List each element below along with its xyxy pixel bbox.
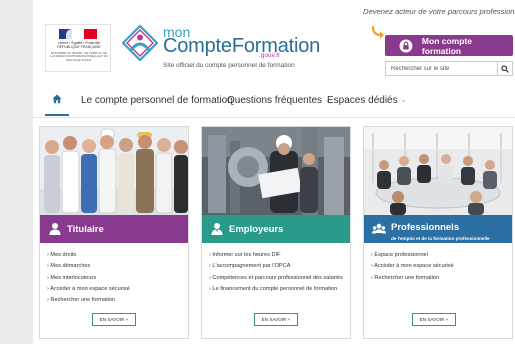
titulaire-links: Mes droits Mes démarches Mes interlocute… — [47, 252, 185, 308]
republic-motto: Liberté • Égalité • Fraternité RÉPUBLIQU… — [50, 41, 108, 49]
main-navigation: Le compte personnel de formation ⌄ Questi… — [33, 84, 515, 118]
nav-home[interactable] — [45, 84, 69, 116]
compteformation-logo-icon[interactable] — [122, 25, 158, 61]
curved-arrow-icon — [371, 26, 384, 39]
chevron-down-icon: ⌄ — [400, 97, 407, 104]
professionnels-heading: Professionnels de l'emploi et de la form… — [391, 217, 490, 241]
government-logo[interactable]: Liberté • Égalité • Fraternité RÉPUBLIQU… — [45, 24, 111, 72]
titulaire-more-button[interactable]: EN SAVOIR + — [92, 313, 136, 326]
titulaire-photo — [40, 127, 188, 215]
link-opca[interactable]: L'accompagnement par l'OPCA — [209, 263, 347, 270]
nav-item-faq-label: Questions fréquentes — [227, 94, 323, 106]
nav-item-spaces[interactable]: Espaces dédiés ⌄ — [327, 84, 406, 116]
ministry-name: MINISTÈRE DU TRAVAIL, DE L'EMPLOI, DE LA… — [50, 51, 108, 62]
brand-domain: .gouv.fr — [259, 52, 281, 59]
person-icon — [49, 223, 61, 235]
promo-text: Devenez acteur de votre parcours profess… — [363, 7, 515, 16]
gov-republic-line: RÉPUBLIQUE FRANÇAISE — [57, 45, 101, 49]
nav-item-faq[interactable]: Questions fréquentes ⌄ — [227, 84, 331, 116]
my-account-button[interactable]: Mon compte formation — [385, 35, 513, 56]
group-icon — [372, 223, 386, 234]
link-financement[interactable]: Le financement du compte personnel de fo… — [209, 286, 347, 293]
page: Liberté • Égalité • Fraternité RÉPUBLIQU… — [33, 0, 515, 344]
employeurs-title: Employeurs — [229, 223, 284, 235]
link-espace-securise-pro[interactable]: Accéder à mon espace sécurisé — [371, 263, 509, 270]
site-tagline: Site officiel du compte personnel de for… — [163, 62, 295, 69]
lock-icon — [399, 39, 413, 52]
marianne-icon — [66, 29, 78, 39]
employeurs-header[interactable]: Employeurs — [202, 215, 350, 243]
professionnels-more-button[interactable]: EN SAVOIR + — [412, 313, 456, 326]
professionnels-photo — [364, 127, 512, 215]
professionnels-subtitle: de l'emploi et de la formation professio… — [391, 236, 490, 241]
search-input[interactable] — [386, 62, 498, 75]
link-espace-securise[interactable]: Accéder à mon espace sécurisé — [47, 286, 185, 293]
link-mes-demarches[interactable]: Mes démarches — [47, 263, 185, 270]
home-icon — [52, 94, 62, 104]
card-titulaire: Titulaire Mes droits Mes démarches Mes i… — [39, 126, 189, 339]
employeurs-photo — [202, 127, 350, 215]
link-espace-professionnel[interactable]: Espace professionnel — [371, 252, 509, 259]
link-mes-droits[interactable]: Mes droits — [47, 252, 185, 259]
link-rechercher-formation-pro[interactable]: Rechercher une formation — [371, 275, 509, 282]
professionnels-header[interactable]: Professionnels de l'emploi et de la form… — [364, 215, 512, 243]
card-professionnels: Professionnels de l'emploi et de la form… — [363, 126, 513, 339]
search-button[interactable] — [497, 62, 512, 75]
site-header: Liberté • Égalité • Fraternité RÉPUBLIQU… — [33, 0, 515, 84]
link-rechercher-formation[interactable]: Rechercher une formation — [47, 297, 185, 304]
brand-name[interactable]: CompteFormation — [163, 35, 320, 57]
employer-icon — [211, 223, 223, 235]
professionnels-links: Espace professionnel Accéder à mon espac… — [371, 252, 509, 286]
link-heures-dif[interactable]: Informer sur les heures DIF — [209, 252, 347, 259]
titulaire-title: Titulaire — [67, 223, 104, 235]
card-employeurs: Employeurs Informer sur les heures DIF L… — [201, 126, 351, 339]
search-icon — [501, 64, 509, 73]
professionnels-title: Professionnels — [391, 222, 460, 233]
employeurs-more-button[interactable]: EN SAVOIR + — [254, 313, 298, 326]
link-competences[interactable]: Compétences et parcours professionnel de… — [209, 275, 347, 282]
nav-item-cpf[interactable]: Le compte personnel de formation ⌄ — [81, 84, 242, 116]
search-box — [385, 61, 513, 76]
titulaire-header[interactable]: Titulaire — [40, 215, 188, 243]
link-mes-interlocuteurs[interactable]: Mes interlocuteurs — [47, 275, 185, 282]
nav-item-cpf-label: Le compte personnel de formation — [81, 94, 233, 106]
french-flag-icon — [59, 29, 98, 39]
my-account-label: Mon compte formation — [421, 35, 472, 56]
employeurs-links: Informer sur les heures DIF L'accompagne… — [209, 252, 347, 297]
nav-item-spaces-label: Espaces dédiés — [327, 94, 398, 106]
